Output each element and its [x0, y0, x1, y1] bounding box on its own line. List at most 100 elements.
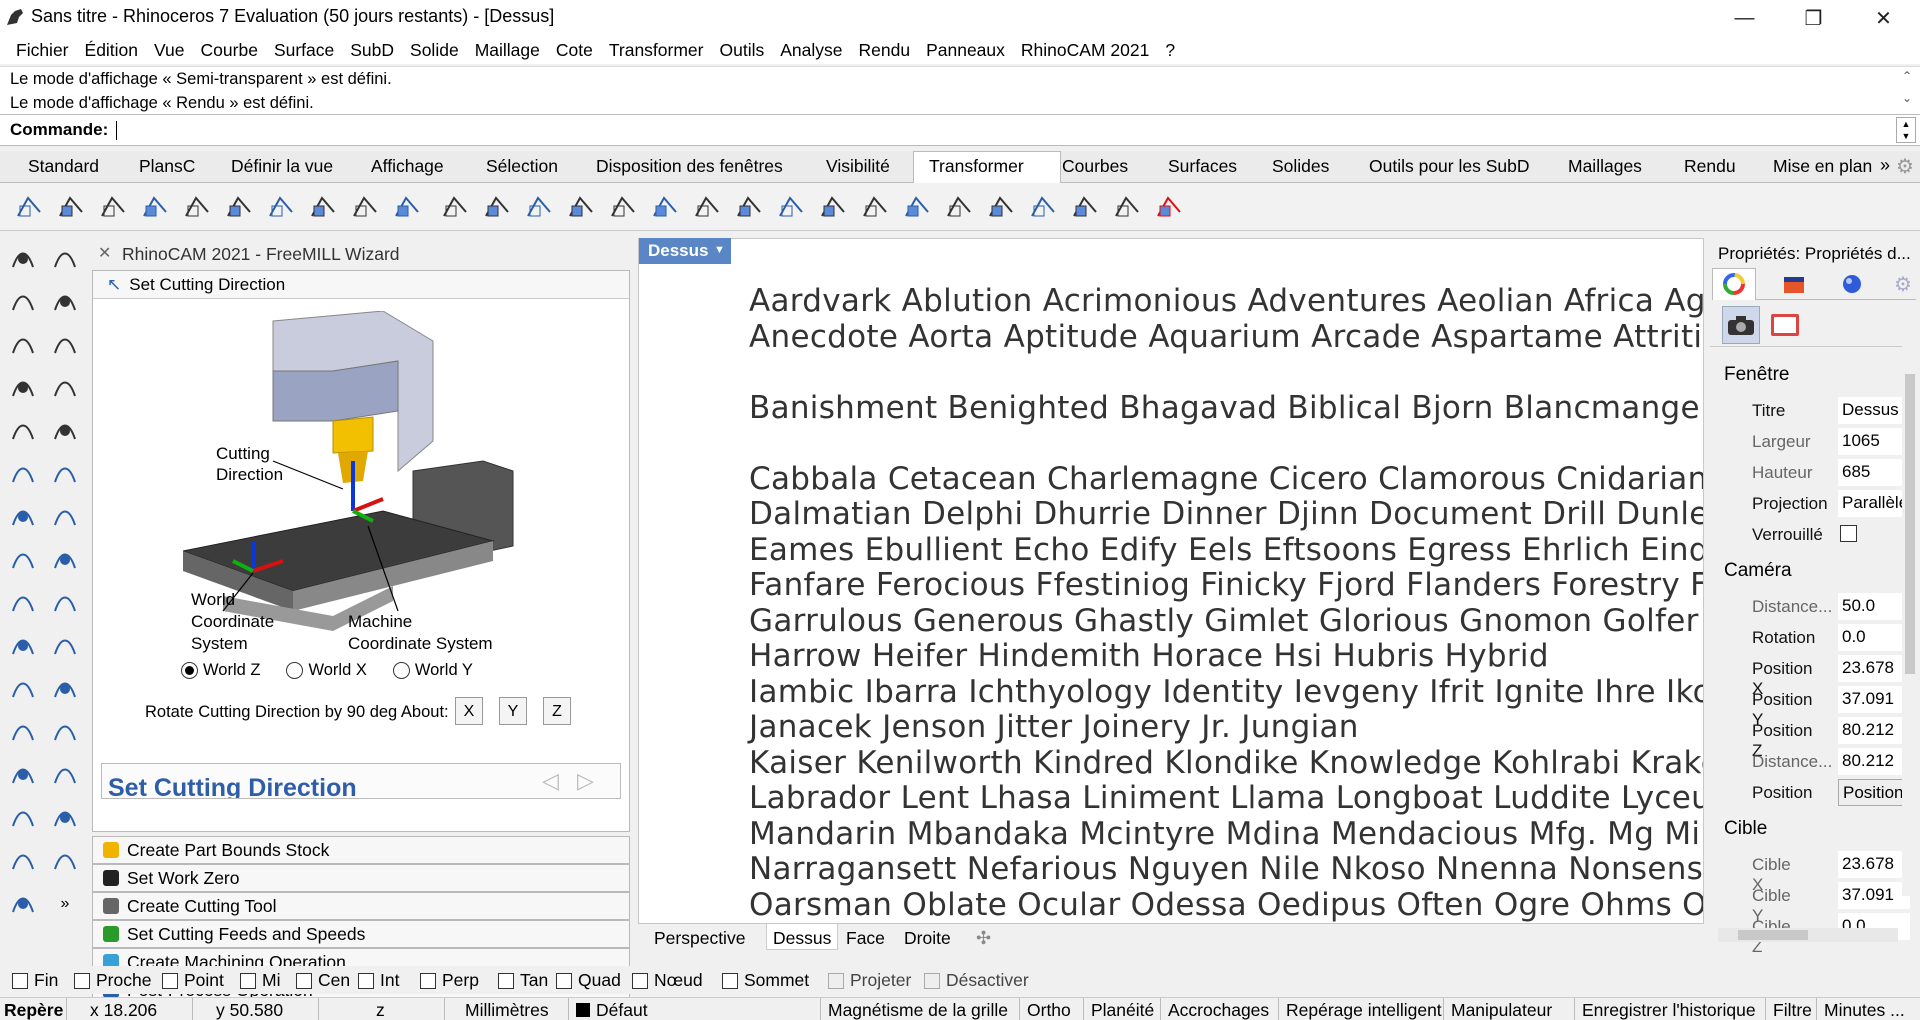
array-tool-icon[interactable]	[46, 584, 84, 622]
scroll-down-icon[interactable]: ⌄	[1902, 91, 1912, 105]
section-target[interactable]: Cible	[1724, 818, 1767, 840]
locked-checkbox[interactable]	[1840, 525, 1857, 542]
block-icon[interactable]	[4, 842, 42, 880]
rotate-icon[interactable]	[774, 191, 808, 223]
tab-affichage[interactable]: Affichage	[371, 156, 444, 177]
viewport-tab-droite[interactable]: Droite	[904, 928, 951, 949]
menu-item[interactable]: Rendu	[851, 40, 919, 61]
hatch-icon[interactable]	[46, 842, 84, 880]
prop-value[interactable]: 1065	[1838, 428, 1910, 455]
splop-icon[interactable]	[942, 191, 976, 223]
help-next-icon[interactable]: ▷	[577, 768, 594, 794]
menu-item[interactable]: Maillage	[467, 40, 548, 61]
prop-value[interactable]: 37.091	[1838, 882, 1910, 909]
arrow-icon[interactable]	[1152, 191, 1186, 223]
toggle-1[interactable]: Ortho	[1027, 1000, 1071, 1020]
restore-button[interactable]: ❐	[1779, 0, 1848, 36]
camera-icon[interactable]	[1722, 306, 1760, 344]
viewport-tab-face[interactable]: Face	[846, 928, 885, 949]
section-camera[interactable]: Caméra	[1724, 560, 1792, 582]
gumball-tool-icon[interactable]	[4, 584, 42, 622]
prop-value[interactable]: 50.0	[1838, 593, 1910, 620]
scroll-up-icon[interactable]: ⌃	[1902, 69, 1912, 83]
osnap-perp[interactable]: Perp	[420, 970, 479, 991]
explode-icon[interactable]	[46, 670, 84, 708]
step-feeds-speeds-button[interactable]: Set Cutting Feeds and Speeds	[92, 920, 630, 948]
drape-icon[interactable]	[984, 191, 1018, 223]
toggle-0[interactable]: Magnétisme de la grille	[828, 1000, 1008, 1020]
copy-icon[interactable]	[54, 191, 88, 223]
prop-value[interactable]: 23.678	[1838, 655, 1910, 682]
toggle-8[interactable]: Minutes ...	[1824, 1000, 1905, 1020]
group-icon[interactable]	[4, 799, 42, 837]
menu-item[interactable]: Courbe	[193, 40, 266, 61]
osnap-désactiver[interactable]: Désactiver	[924, 970, 1029, 991]
menu-item[interactable]: Solide	[402, 40, 467, 61]
tab-solides[interactable]: Solides	[1272, 156, 1329, 177]
tab-outils-pour-les-subd[interactable]: Outils pour les SubD	[1369, 156, 1530, 177]
array-icon[interactable]	[138, 191, 172, 223]
tab-courbes[interactable]: Courbes	[1062, 156, 1128, 177]
settings-icon[interactable]: ⚙	[1894, 272, 1912, 297]
ellipse-icon[interactable]	[46, 326, 84, 364]
tab-overflow-icon[interactable]: »	[1880, 155, 1890, 176]
radio-world-y[interactable]: World Y	[392, 661, 473, 680]
tab-mise-en-plan[interactable]: Mise en plan	[1773, 156, 1872, 177]
box-solid-icon[interactable]	[4, 498, 42, 536]
dimension-icon[interactable]	[4, 627, 42, 665]
bend-icon[interactable]	[180, 191, 214, 223]
flatten-icon[interactable]	[522, 191, 556, 223]
osnap-quad[interactable]: Quad	[556, 970, 621, 991]
menu-item[interactable]: SubD	[342, 40, 402, 61]
viewport-title-tab[interactable]: Dessus ▼	[639, 238, 731, 264]
layer-label[interactable]: Défaut	[596, 1000, 648, 1020]
osnap-fin[interactable]: Fin	[12, 970, 58, 991]
menu-item[interactable]: Outils	[712, 40, 773, 61]
help-prev-icon[interactable]: ◁	[542, 768, 559, 794]
expand-icon[interactable]: »	[46, 885, 84, 923]
osnap-proche[interactable]: Proche	[74, 970, 151, 991]
menu-item[interactable]: ?	[1157, 40, 1183, 61]
extrude-icon[interactable]	[46, 455, 84, 493]
panel-close-icon[interactable]: ✕	[98, 243, 111, 263]
toggle-5[interactable]: Manipulateur	[1451, 1000, 1552, 1020]
osnap-nœud[interactable]: Nœud	[632, 970, 703, 991]
fillet-icon[interactable]	[46, 412, 84, 450]
properties-hscrollbar[interactable]	[1718, 928, 1898, 942]
project-icon[interactable]	[390, 191, 424, 223]
tab-transformer[interactable]: Transformer	[929, 156, 1024, 177]
twist-icon[interactable]	[438, 191, 472, 223]
command-spinner[interactable]: ▲ ▼	[1896, 117, 1916, 143]
rotate-z-button[interactable]: Z	[543, 697, 571, 725]
rotate-y-button[interactable]: Y	[499, 697, 527, 725]
set-pt-icon[interactable]	[732, 191, 766, 223]
select-arrow-icon[interactable]	[4, 240, 42, 278]
split-icon[interactable]	[46, 756, 84, 794]
menu-item[interactable]: Transformer	[601, 40, 712, 61]
menu-item[interactable]: Édition	[77, 40, 147, 61]
menu-item[interactable]: Surface	[266, 40, 342, 61]
toggle-4[interactable]: Repérage intelligent	[1286, 1000, 1442, 1020]
step-work-zero-button[interactable]: Set Work Zero	[92, 864, 630, 892]
surface-from-curves-icon[interactable]	[4, 455, 42, 493]
layout-icon[interactable]	[46, 799, 84, 837]
point-icon[interactable]	[46, 240, 84, 278]
toggle-2[interactable]: Planéité	[1091, 1000, 1154, 1020]
viewport-dessus[interactable]: Aardvark Ablution Acrimonious Adventures…	[638, 238, 1704, 924]
osnap-cen[interactable]: Cen	[296, 970, 350, 991]
osnap-projeter[interactable]: Projeter	[828, 970, 911, 991]
flow-icon[interactable]	[480, 191, 514, 223]
step-cutting-tool-button[interactable]: Create Cutting Tool	[92, 892, 630, 920]
toggle-3[interactable]: Accrochages	[1168, 1000, 1269, 1020]
prop-value[interactable]: 0.0	[1838, 624, 1910, 651]
toggle-7[interactable]: Filtre	[1773, 1000, 1812, 1020]
taper-icon[interactable]	[816, 191, 850, 223]
shear-icon[interactable]	[858, 191, 892, 223]
cylinder-icon[interactable]	[4, 541, 42, 579]
section-window[interactable]: Fenêtre	[1724, 364, 1789, 386]
menu-item[interactable]: Fichier	[8, 40, 77, 61]
osnap-sommet[interactable]: Sommet	[722, 970, 809, 991]
osnap-mi[interactable]: Mi	[240, 970, 280, 991]
menu-item[interactable]: Analyse	[772, 40, 850, 61]
tab-rendu[interactable]: Rendu	[1684, 156, 1736, 177]
